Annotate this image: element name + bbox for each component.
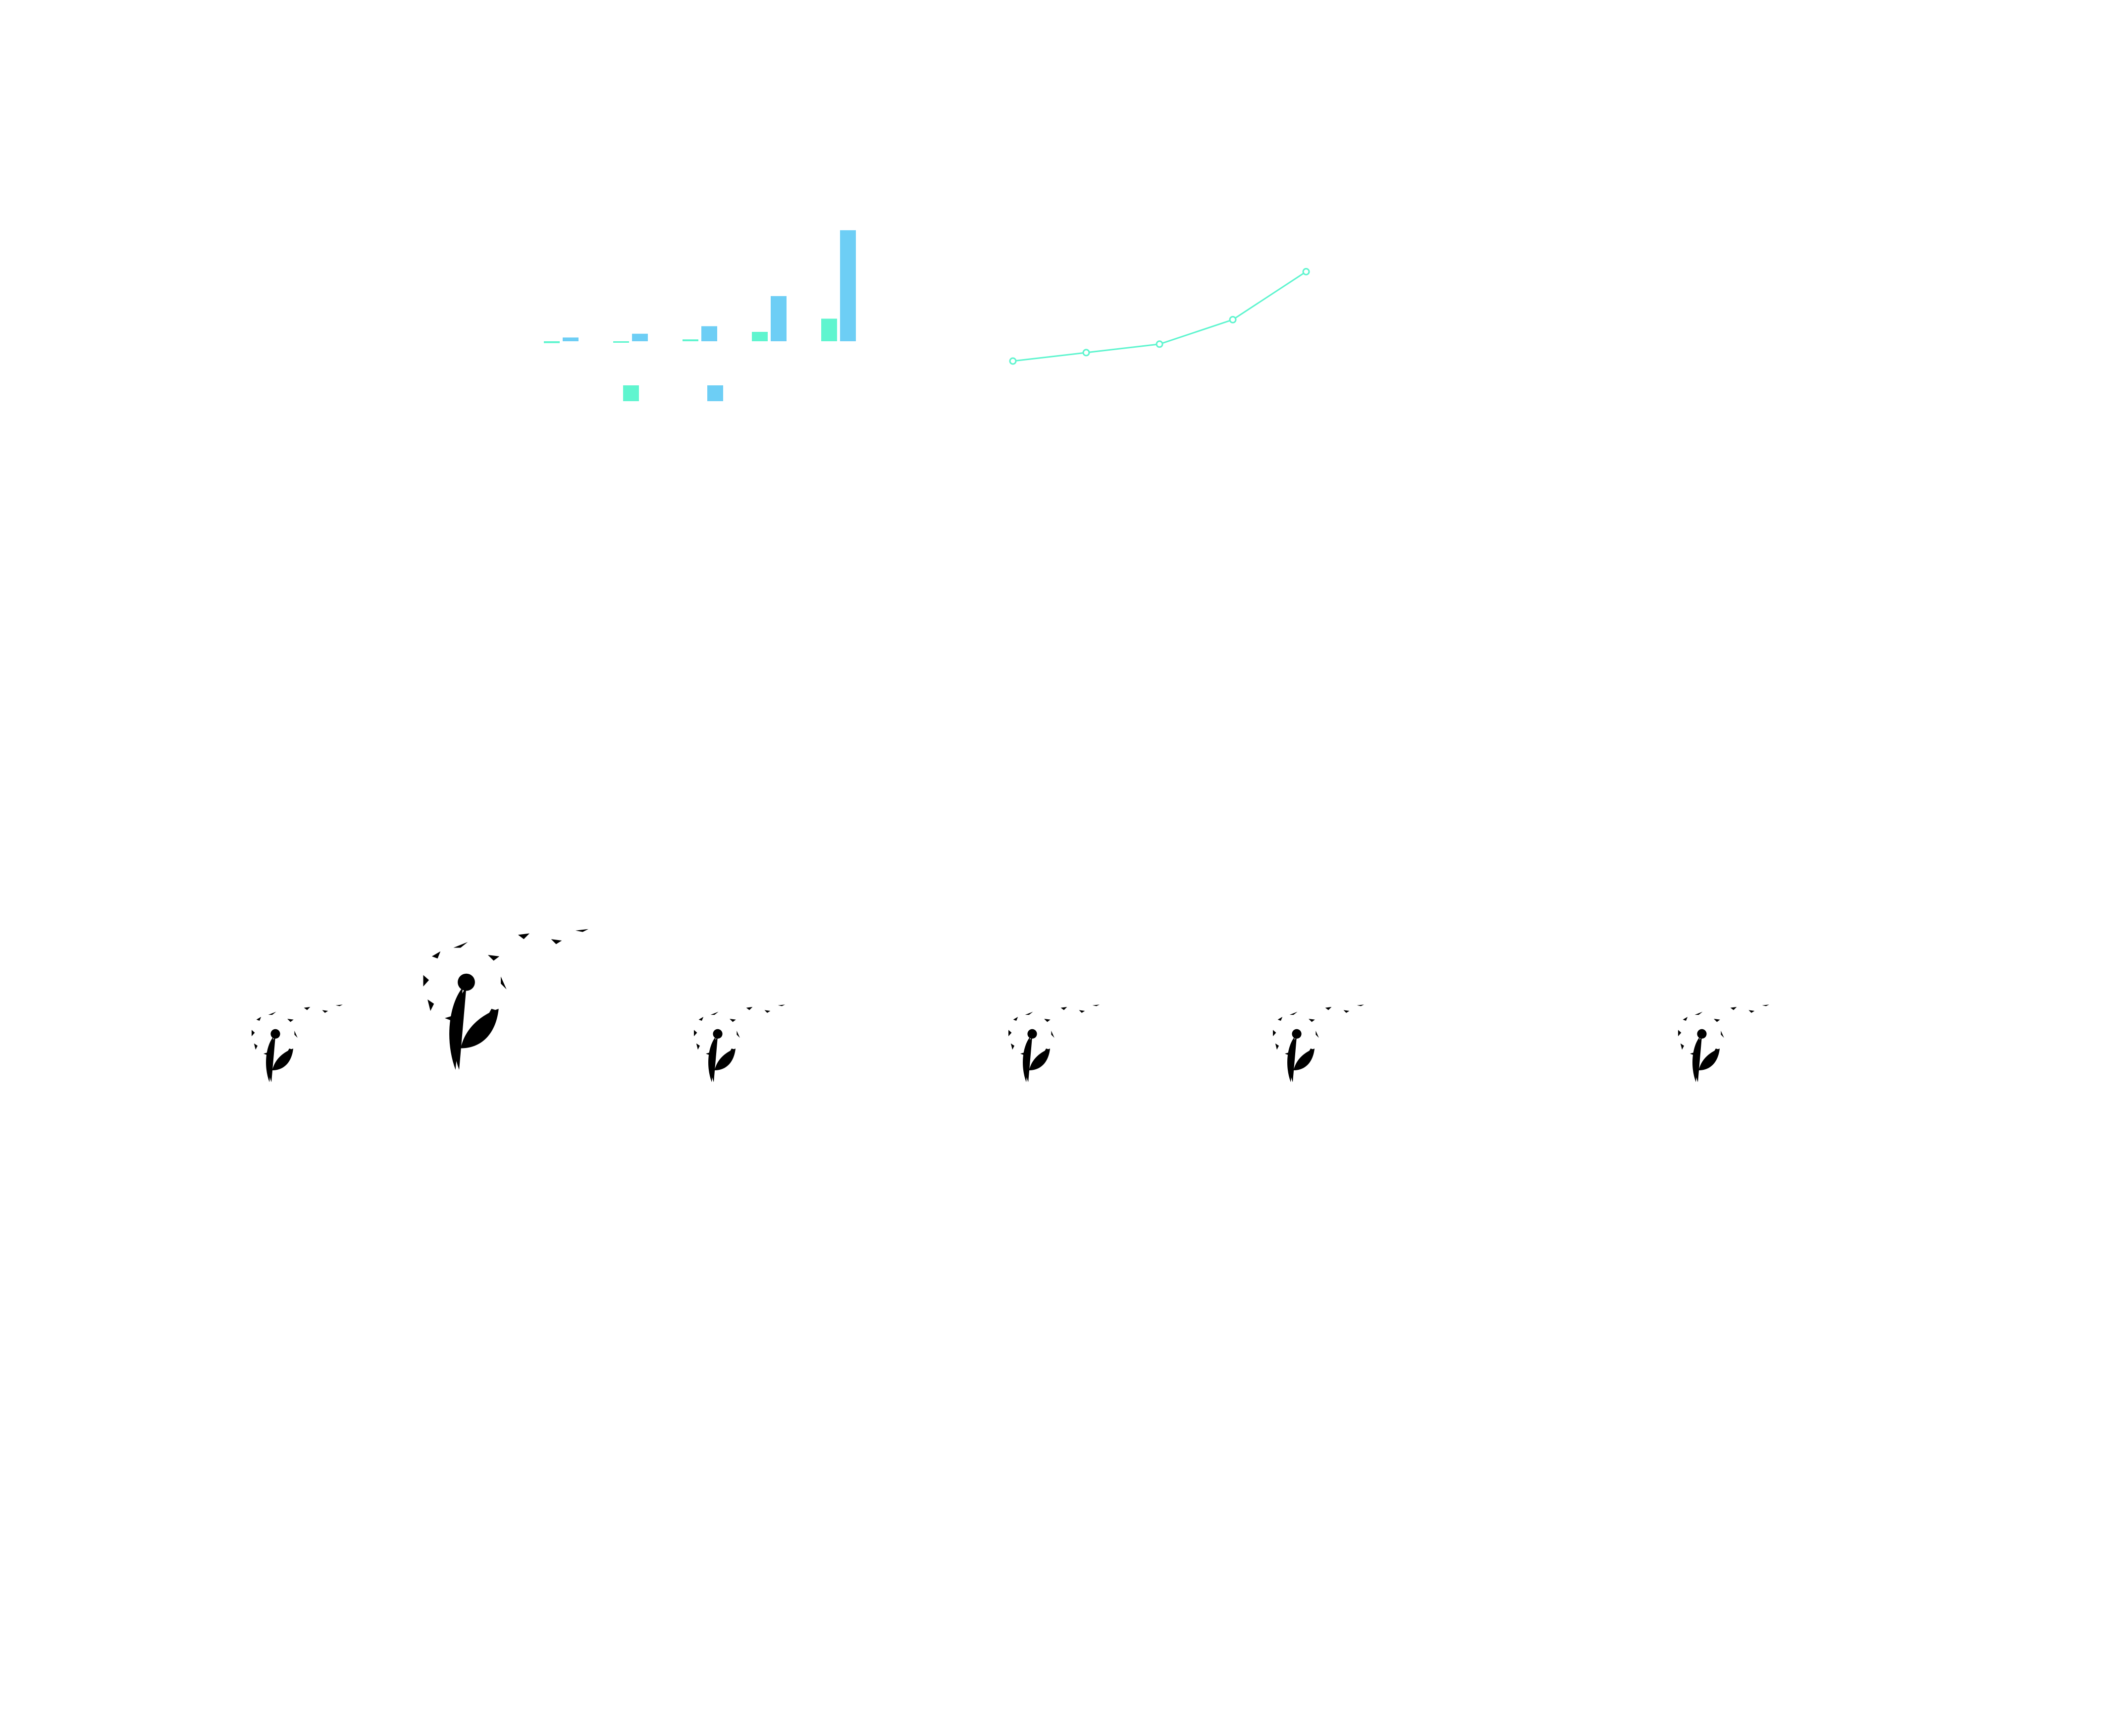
- bar-s2-3: [701, 326, 717, 341]
- bar-s2-1: [563, 337, 579, 341]
- line-point-4: [1229, 316, 1237, 323]
- line-point-1: [1009, 357, 1017, 365]
- bar-s1-3: [683, 339, 698, 341]
- dandelion-icon: [1273, 1004, 1364, 1082]
- figure-canvas: [252, 230, 1769, 1082]
- watermark-layer: [252, 929, 1769, 1082]
- bar-s1-4: [752, 332, 768, 341]
- line-point-3: [1156, 340, 1163, 348]
- bar-s1-2: [613, 341, 629, 343]
- line-point-5: [1302, 268, 1310, 275]
- dandelion-icon: [694, 1004, 785, 1082]
- bar-chart: [544, 230, 856, 343]
- dandelion-icon: [1008, 1004, 1100, 1082]
- dandelion-icon: [252, 1004, 343, 1082]
- bar-s2-5: [840, 230, 856, 341]
- bar-s1-1: [544, 341, 560, 343]
- dandelion-icon: [423, 929, 588, 1070]
- line-point-2: [1082, 349, 1090, 357]
- dandelion-icon: [1678, 1004, 1769, 1082]
- line-chart: [1009, 268, 1310, 365]
- chart-legend: [623, 385, 723, 401]
- bar-s2-4: [771, 296, 787, 341]
- legend-swatch-1: [623, 385, 639, 401]
- bar-s2-2: [632, 333, 648, 341]
- bar-s1-5: [821, 318, 837, 341]
- legend-swatch-2: [707, 385, 723, 401]
